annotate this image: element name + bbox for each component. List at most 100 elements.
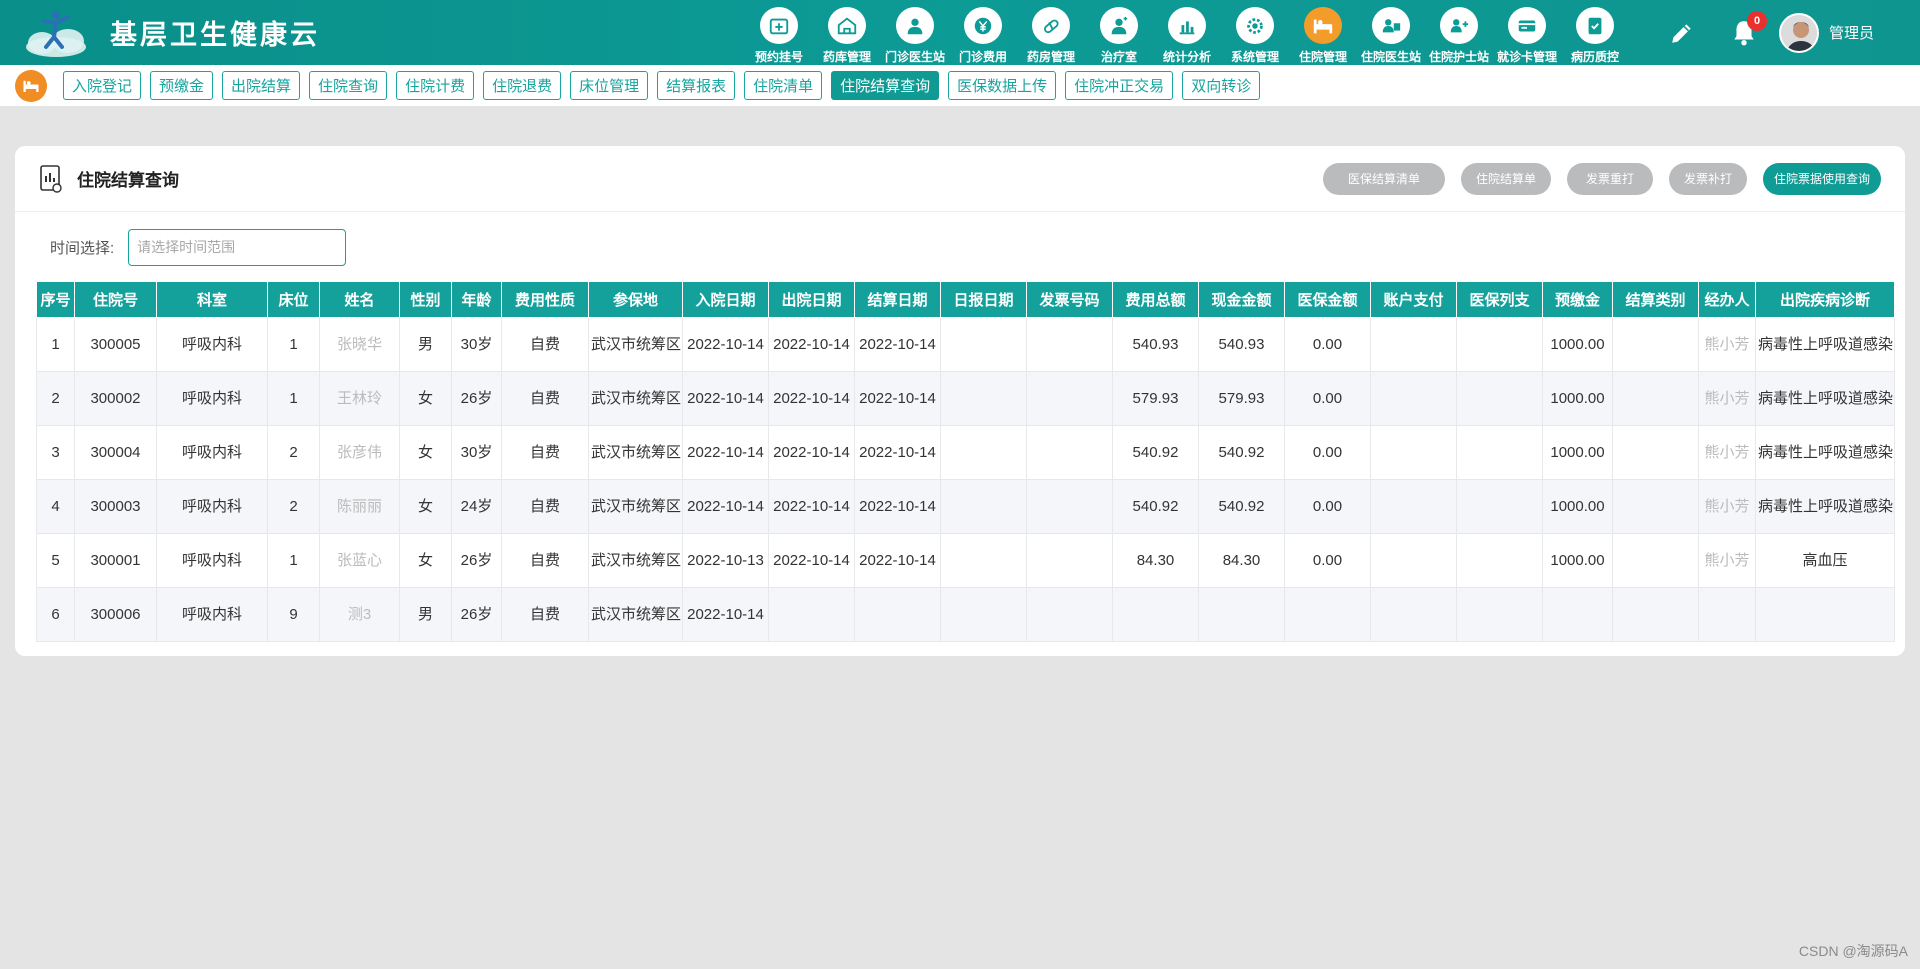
column-header[interactable]: 医保列支 — [1456, 281, 1543, 318]
table-cell — [940, 587, 1027, 642]
nav-label: 住院医生站 — [1360, 50, 1421, 64]
table-cell: 2 — [36, 371, 75, 426]
column-header[interactable]: 现金金额 — [1198, 281, 1285, 318]
pencil-icon[interactable] — [1669, 20, 1695, 46]
table-row[interactable]: 1 300005 呼吸内科 1 张晓华男 30岁 自费 武汉市统筹区 2022-10-14 202… — [36, 317, 1895, 372]
avatar[interactable] — [1779, 12, 1819, 53]
column-header[interactable]: 结算类别 — [1612, 281, 1699, 318]
nav-item-6[interactable]: 治疗室 — [1085, 0, 1153, 65]
nav-item-12[interactable]: 就诊卡管理 — [1493, 0, 1561, 65]
time-range-input[interactable] — [128, 228, 347, 266]
table-cell: 540.92 — [1198, 479, 1285, 534]
subnav-tab-8[interactable]: 结算报表 — [657, 71, 736, 100]
nav-item-4[interactable]: 门诊费用 — [949, 0, 1017, 65]
column-header[interactable]: 性别 — [399, 281, 452, 318]
table-cell: 自费 — [501, 371, 589, 426]
column-header[interactable]: 发票号码 — [1026, 281, 1113, 318]
subnav-tab-4[interactable]: 住院查询 — [309, 71, 388, 100]
nav-item-10[interactable]: 住院医生站 — [1357, 0, 1425, 65]
action-button-2[interactable]: 住院结算单 — [1461, 162, 1551, 195]
nav-item-5[interactable]: 药房管理 — [1017, 0, 1085, 65]
table-cell: 病毒性上呼吸道感染 — [1755, 425, 1895, 480]
notification-count-badge: 0 — [1747, 10, 1767, 31]
table-cell: 熊小芳 — [1698, 317, 1756, 372]
nav-item-2[interactable]: 药库管理 — [813, 0, 881, 65]
subnav-tab-10[interactable]: 住院结算查询 — [831, 71, 940, 100]
column-header[interactable]: 出院疾病诊断 — [1755, 281, 1895, 318]
table-cell: 王林玲 — [319, 371, 400, 426]
sub-navigation-bar: 入院登记 预缴金 出院结算 住院查询 住院计费 住院退费 床位管理 结算报表 住院清单 住院结算查… — [0, 65, 1920, 106]
column-header[interactable]: 费用总额 — [1112, 281, 1199, 318]
nav-item-13[interactable]: 病历质控 — [1561, 0, 1629, 65]
action-button-3[interactable]: 发票重打 — [1567, 162, 1653, 195]
column-header[interactable]: 预缴金 — [1542, 281, 1613, 318]
action-button-4[interactable]: 发票补打 — [1669, 162, 1747, 195]
column-header[interactable]: 日报日期 — [940, 281, 1027, 318]
brand: 基层卫生健康云 — [0, 0, 745, 65]
nav-item-8[interactable]: 系统管理 — [1221, 0, 1289, 65]
nav-label: 治疗室 — [1100, 50, 1137, 64]
table-cell: 2022-10-14 — [682, 317, 769, 372]
table-cell — [940, 425, 1027, 480]
nav-item-9[interactable]: 住院管理 — [1289, 0, 1357, 65]
action-button-5[interactable]: 住院票据使用查询 — [1763, 162, 1881, 195]
subnav-tab-11[interactable]: 医保数据上传 — [948, 71, 1057, 100]
table-cell: 2022-10-14 — [768, 425, 855, 480]
app-logo-icon — [20, 7, 92, 59]
table-cell: 0.00 — [1284, 533, 1371, 588]
table-cell — [940, 317, 1027, 372]
column-header[interactable]: 结算日期 — [854, 281, 941, 318]
nav-item-1[interactable]: 预约挂号 — [745, 0, 813, 65]
table-row[interactable]: 5 300001 呼吸内科 1 张蓝心女 26岁 自费 武汉市统筹区 2022-10-13 202… — [36, 533, 1895, 588]
table-cell: 2022-10-14 — [768, 479, 855, 534]
table-cell: 1000.00 — [1542, 479, 1613, 534]
username[interactable]: 管理员 — [1829, 22, 1874, 43]
column-header[interactable]: 床位 — [267, 281, 320, 318]
table-cell: 男 — [399, 587, 452, 642]
subnav-tab-12[interactable]: 住院冲正交易 — [1065, 71, 1174, 100]
column-header[interactable]: 住院号 — [74, 281, 157, 318]
subnav-tab-6[interactable]: 住院退费 — [483, 71, 562, 100]
column-header[interactable]: 经办人 — [1698, 281, 1756, 318]
nav-label: 住院管理 — [1298, 50, 1347, 64]
column-header[interactable]: 账户支付 — [1370, 281, 1457, 318]
nav-item-11[interactable]: 住院护士站 — [1425, 0, 1493, 65]
column-header[interactable]: 科室 — [156, 281, 268, 318]
column-header[interactable]: 医保金额 — [1284, 281, 1371, 318]
table-row[interactable]: 3 300004 呼吸内科 2 张彦伟女 30岁 自费 武汉市统筹区 2022-10-14 202… — [36, 425, 1895, 480]
table-cell: 300005 — [74, 317, 157, 372]
column-header[interactable]: 费用性质 — [501, 281, 589, 318]
notification-bell[interactable]: 0 — [1731, 10, 1767, 47]
calendar-plus-icon — [760, 7, 798, 44]
column-header[interactable]: 姓名 — [319, 281, 400, 318]
subnav-tab-7[interactable]: 床位管理 — [570, 71, 649, 100]
action-button-1[interactable]: 医保结算清单 — [1323, 162, 1445, 195]
table-cell: 张晓华 — [319, 317, 400, 372]
column-header[interactable]: 入院日期 — [682, 281, 769, 318]
table-cell — [1612, 371, 1699, 426]
header-right: 0 管理员 — [1669, 0, 1874, 65]
subnav-tab-3[interactable]: 出院结算 — [222, 71, 301, 100]
table-cell: 测3 — [319, 587, 400, 642]
nav-item-7[interactable]: 统计分析 — [1153, 0, 1221, 65]
table-cell: 84.30 — [1198, 533, 1285, 588]
table-row[interactable]: 4 300003 呼吸内科 2 陈丽丽女 24岁 自费 武汉市统筹区 2022-10-14 202… — [36, 479, 1895, 534]
nav-item-3[interactable]: 门诊医生站 — [881, 0, 949, 65]
subnav-tab-9[interactable]: 住院清单 — [744, 71, 823, 100]
subnav-tabs: 入院登记 预缴金 出院结算 住院查询 住院计费 住院退费 床位管理 结算报表 住院清单 住院结算查… — [63, 71, 1269, 100]
table-cell: 84.30 — [1112, 533, 1199, 588]
column-header[interactable]: 参保地 — [588, 281, 683, 318]
subnav-tab-13[interactable]: 双向转诊 — [1182, 71, 1261, 100]
column-header[interactable]: 年龄 — [451, 281, 502, 318]
table-header-row: 序号 住院号 科室 床位 姓名 性别 年龄 费用性质 参保地 入院日期 出院日期 结算日期 日报日期 发票… — [36, 281, 1895, 318]
table-cell: 熊小芳 — [1698, 533, 1756, 588]
hospital-bed-icon — [1304, 7, 1342, 44]
column-header[interactable]: 序号 — [36, 281, 75, 318]
subnav-tab-2[interactable]: 预缴金 — [150, 71, 214, 100]
table-row[interactable]: 6 300006 呼吸内科 9 测3 男 26岁 自费 武汉市统筹区 2022-10-14 — [36, 587, 1895, 642]
column-header[interactable]: 出院日期 — [768, 281, 855, 318]
subnav-tab-1[interactable]: 入院登记 — [63, 71, 142, 100]
subnav-tab-5[interactable]: 住院计费 — [396, 71, 475, 100]
nav-label: 系统管理 — [1230, 50, 1279, 64]
table-row[interactable]: 2 300002 呼吸内科 1 王林玲女 26岁 自费 武汉市统筹区 2022-10-14 202… — [36, 371, 1895, 426]
